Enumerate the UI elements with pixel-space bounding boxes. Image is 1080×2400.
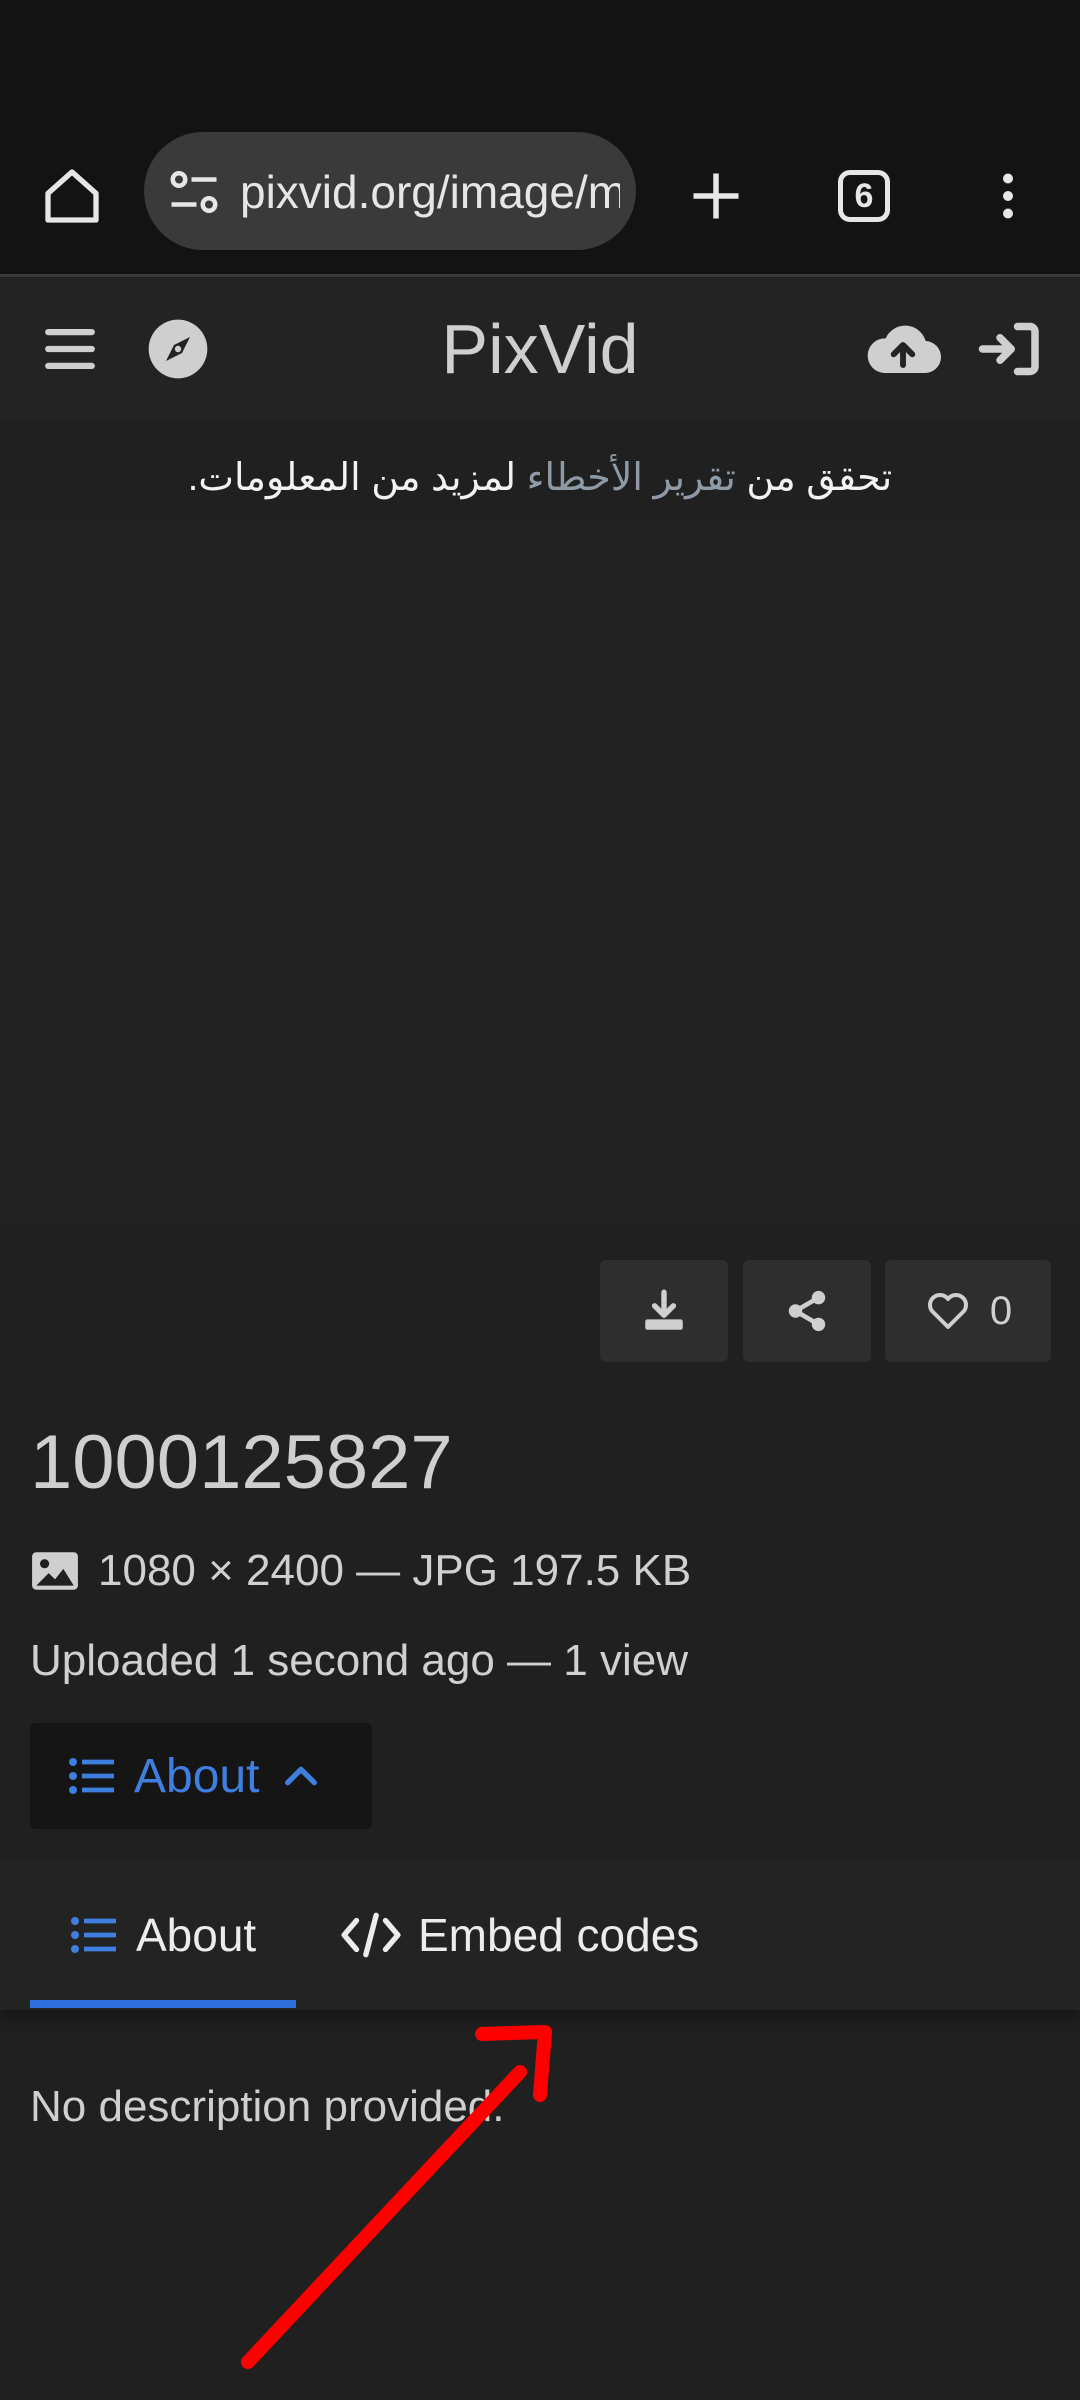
download-icon [645, 1289, 683, 1330]
like-count: 0 [989, 1288, 1013, 1333]
new-tab-button[interactable] [676, 156, 756, 236]
site-title[interactable]: PixVid [340, 307, 740, 391]
sign-in-button[interactable] [970, 309, 1050, 389]
plus-icon [693, 173, 739, 219]
image-title: 1000125827 [30, 1420, 453, 1505]
upload-info: Uploaded 1 second ago — 1 view [30, 1636, 688, 1685]
menu-button[interactable] [30, 309, 110, 389]
share-button[interactable] [743, 1260, 871, 1362]
notice-suffix: لمزيد من المعلومات. [187, 457, 527, 499]
download-button[interactable] [600, 1260, 728, 1362]
home-button[interactable] [32, 156, 112, 236]
status-bar [0, 0, 1080, 120]
share-icon [788, 1290, 826, 1332]
notice-prefix: تحقق من [735, 457, 893, 499]
about-toggle-label: About [134, 1749, 260, 1803]
site-header: PixVid [0, 277, 1080, 421]
tab-count: 6 [838, 170, 890, 222]
image-meta-text: 1080 × 2400 — JPG 197.5 KB [98, 1546, 692, 1595]
like-button[interactable]: 0 [885, 1260, 1051, 1362]
tab-bar: About Embed codes [0, 1860, 1080, 2010]
home-icon [45, 169, 99, 223]
url-text[interactable]: pixvid.org/image/m [240, 162, 620, 222]
image-meta: 1080 × 2400 — JPG 197.5 KB [30, 1546, 691, 1596]
tab-embed-codes[interactable]: Embed codes [340, 1860, 720, 2010]
image-viewer[interactable] [0, 520, 1080, 1230]
tab-about[interactable]: About [30, 1860, 296, 2010]
chevron-up-icon [285, 1766, 318, 1786]
browser-menu-button[interactable] [968, 156, 1048, 236]
more-vert-icon [1003, 173, 1013, 219]
annotation-arrow-icon [241, 2025, 552, 2369]
active-tab-indicator [30, 2000, 296, 2008]
cloud-upload-icon [867, 325, 942, 374]
hamburger-icon [45, 328, 95, 370]
tab-embed-codes-label: Embed codes [418, 1909, 700, 1961]
about-toggle-button[interactable]: About [30, 1723, 372, 1829]
list-icon [69, 1758, 114, 1794]
site-settings-icon[interactable] [164, 162, 224, 222]
notice-text: تحقق من تقرير الأخطاء لمزيد من المعلومات… [0, 455, 1080, 500]
heart-icon [927, 1293, 968, 1329]
explore-button[interactable] [138, 309, 218, 389]
sign-in-icon [978, 322, 1039, 376]
browser-toolbar: pixvid.org/image/m 6 [0, 120, 1080, 277]
upload-button[interactable] [858, 309, 948, 389]
tab-switcher-button[interactable]: 6 [824, 156, 904, 236]
error-report-link[interactable]: تقرير الأخطاء [527, 457, 736, 499]
tab-about-label: About [136, 1909, 257, 1961]
code-icon [341, 1912, 401, 1958]
compass-icon [148, 319, 208, 379]
address-bar[interactable]: pixvid.org/image/m [144, 132, 636, 250]
image-icon [32, 1552, 78, 1590]
list-icon [71, 1917, 116, 1953]
